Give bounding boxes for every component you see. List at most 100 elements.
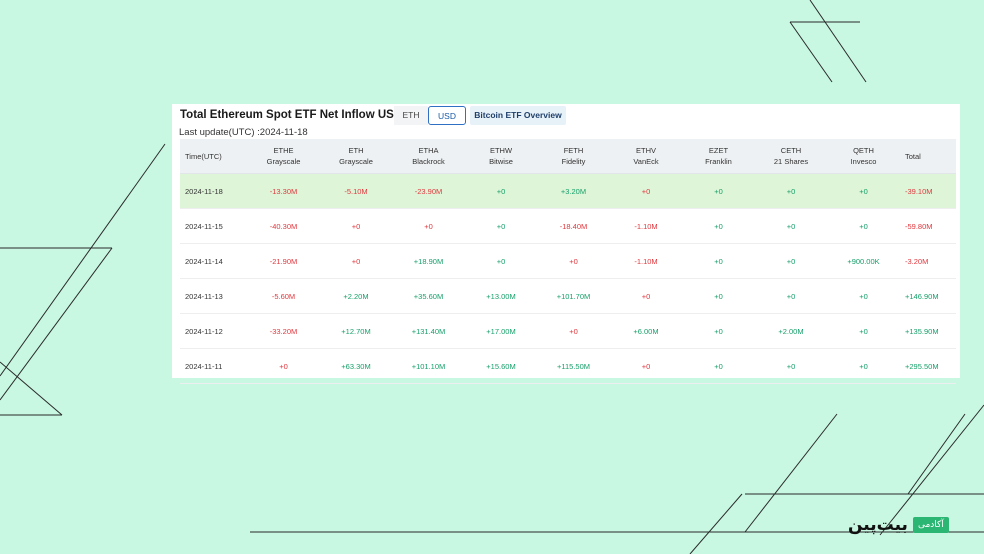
flow-cell: +0 (247, 348, 320, 384)
bitpin-academy-logo: بیت‌پین آکادمی (848, 514, 949, 536)
flow-cell: -40.30M (247, 208, 320, 244)
flow-cell: -1.10M (610, 208, 682, 244)
flow-cell: +101.10M (392, 348, 465, 384)
flow-cell: +0 (610, 173, 682, 209)
flow-cell: +0 (465, 243, 537, 279)
fund-ticker: ETHV (635, 146, 656, 155)
flow-cell: +0 (682, 173, 755, 209)
flow-cell: -5.10M (320, 173, 392, 209)
fund-issuer: Fidelity (561, 157, 586, 166)
flow-cell: +0 (610, 278, 682, 314)
flow-cell: +0 (320, 243, 392, 279)
fund-ticker: FETH (563, 146, 584, 155)
fund-issuer: Grayscale (266, 157, 301, 166)
fund-issuer: Franklin (705, 157, 732, 166)
table-body: 2024-11-18 -13.30M -5.10M -23.90M +0 +3.20M +0… (180, 173, 956, 384)
fund-ticker: ETHW (489, 146, 513, 155)
etf-inflow-panel: Total Ethereum Spot ETF Net Inflow USD L… (172, 104, 960, 384)
flow-cell: +115.50M (537, 348, 610, 384)
row-date: 2024-11-11 (180, 348, 247, 384)
fund-ticker: ETHE (273, 146, 294, 155)
flow-cell: +0 (827, 208, 900, 244)
flow-cell: +2.20M (320, 278, 392, 314)
fund-issuer: Grayscale (339, 157, 373, 166)
flow-cell: +2.00M (755, 313, 827, 349)
fund-issuer: Invesco (850, 157, 877, 166)
flow-cell: +0 (755, 348, 827, 384)
table-row[interactable]: 2024-11-18 -13.30M -5.10M -23.90M +0 +3.20M +0… (180, 173, 956, 209)
flow-cell: +13.00M (465, 278, 537, 314)
row-date: 2024-11-18 (180, 173, 247, 209)
row-date: 2024-11-13 (180, 278, 247, 314)
fund-ticker: CETH (780, 146, 802, 155)
etf-flows-table: Time(UTC) ETHE Grayscale ETH Grayscale ETHA B… (180, 139, 956, 384)
flow-cell: +0 (827, 313, 900, 349)
flow-cell: +0 (755, 208, 827, 244)
total-header: Total (900, 139, 956, 174)
flow-cell: +0 (682, 313, 755, 349)
flow-cell: +0 (610, 348, 682, 384)
tab-eth[interactable]: ETH (394, 106, 428, 125)
flow-cell: +900.00K (827, 243, 900, 279)
flow-cell: +0 (682, 208, 755, 244)
flow-cell: +0 (537, 243, 610, 279)
tab-usd[interactable]: USD (428, 106, 466, 125)
fund-ticker: ETH (348, 146, 364, 155)
flow-cell: +35.60M (392, 278, 465, 314)
flow-cell: +0 (682, 278, 755, 314)
bitcoin-etf-overview-button[interactable]: Bitcoin ETF Overview (470, 106, 566, 125)
table-row[interactable]: 2024-11-11 +0 +63.30M +101.10M +15.60M +115.5… (180, 348, 956, 384)
fund-header-ceth: CETH 21 Shares (755, 139, 827, 174)
flow-cell: +0 (682, 243, 755, 279)
flow-cell: +0 (827, 173, 900, 209)
flow-cell: +0 (827, 348, 900, 384)
fund-header-ethv: ETHV VanEck (610, 139, 682, 174)
flow-cell: -13.30M (247, 173, 320, 209)
flow-cell: +0 (465, 208, 537, 244)
row-total: +135.90M (900, 313, 956, 349)
flow-cell: +18.90M (392, 243, 465, 279)
flow-cell: +0 (392, 208, 465, 244)
flow-cell: +0 (682, 348, 755, 384)
row-total: +295.50M (900, 348, 956, 384)
flow-cell: -5.60M (247, 278, 320, 314)
table-row[interactable]: 2024-11-15 -40.30M +0 +0 +0 -18.40M -1.10M +0 +0… (180, 208, 956, 244)
flow-cell: -18.40M (537, 208, 610, 244)
fund-issuer: 21 Shares (773, 157, 809, 166)
row-total: -39.10M (900, 173, 956, 209)
flow-cell: +12.70M (320, 313, 392, 349)
flow-cell: +131.40M (392, 313, 465, 349)
fund-header-ethe: ETHE Grayscale (247, 139, 320, 174)
table-header-row: Time(UTC) ETHE Grayscale ETH Grayscale ETHA B… (180, 139, 956, 174)
logo-badge: آکادمی (912, 517, 949, 533)
table-row[interactable]: 2024-11-14 -21.90M +0 +18.90M +0 +0 -1.10M +0 +0… (180, 243, 956, 279)
fund-header-eth: ETH Grayscale (320, 139, 392, 174)
fund-ticker: QETH (853, 146, 874, 155)
fund-issuer: Blackrock (412, 157, 445, 166)
fund-header-ezet: EZET Franklin (682, 139, 755, 174)
flow-cell: -1.10M (610, 243, 682, 279)
fund-header-etha: ETHA Blackrock (392, 139, 465, 174)
row-date: 2024-11-12 (180, 313, 247, 349)
table-row[interactable]: 2024-11-12 -33.20M +12.70M +131.40M +17.00M +… (180, 313, 956, 349)
flow-cell: +0 (320, 208, 392, 244)
fund-header-qeth: QETH Invesco (827, 139, 900, 174)
row-date: 2024-11-15 (180, 208, 247, 244)
time-header: Time(UTC) (180, 139, 247, 174)
fund-issuer: Bitwise (489, 157, 513, 166)
flow-cell: +0 (537, 313, 610, 349)
row-date: 2024-11-14 (180, 243, 247, 279)
flow-cell: -33.20M (247, 313, 320, 349)
fund-issuer: VanEck (633, 157, 659, 166)
flow-cell: +15.60M (465, 348, 537, 384)
flow-cell: +6.00M (610, 313, 682, 349)
fund-header-feth: FETH Fidelity (537, 139, 610, 174)
flow-cell: +0 (755, 173, 827, 209)
fund-header-ethw: ETHW Bitwise (465, 139, 537, 174)
flow-cell: +17.00M (465, 313, 537, 349)
flow-cell: +0 (827, 278, 900, 314)
flow-cell: +0 (755, 243, 827, 279)
table-row[interactable]: 2024-11-13 -5.60M +2.20M +35.60M +13.00M +101… (180, 278, 956, 314)
flow-cell: +101.70M (537, 278, 610, 314)
last-update-text: Last update(UTC) :2024-11-18 (179, 127, 308, 138)
